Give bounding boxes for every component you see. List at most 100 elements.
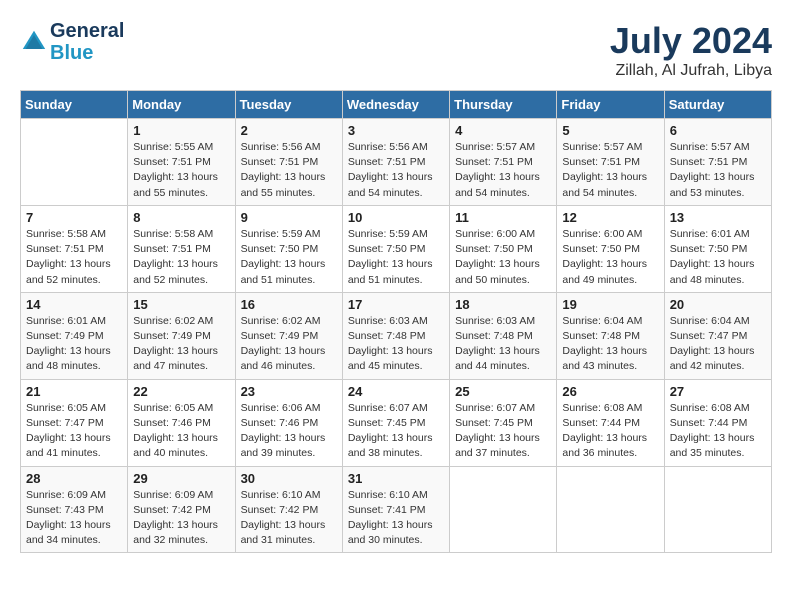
day-info: Sunrise: 6:01 AMSunset: 7:49 PMDaylight:… [26, 314, 122, 375]
day-cell: 1Sunrise: 5:55 AMSunset: 7:51 PMDaylight… [128, 119, 235, 206]
day-number: 13 [670, 210, 766, 225]
day-cell: 28 Sunrise: 6:09 AMSunset: 7:43 PMDayligh… [21, 466, 128, 553]
calendar-table: SundayMondayTuesdayWednesdayThursdayFrid… [20, 90, 772, 553]
day-header-saturday: Saturday [664, 91, 771, 119]
title-block: July 2024 Zillah, Al Jufrah, Libya [610, 20, 772, 80]
day-cell: 24Sunrise: 6:07 AMSunset: 7:45 PMDayligh… [342, 379, 449, 466]
day-cell [450, 466, 557, 553]
day-number: 4 [455, 123, 551, 138]
day-number: 30 [241, 471, 337, 486]
day-number: 9 [241, 210, 337, 225]
day-cell: 10 Sunrise: 5:59 AMSunset: 7:50 PMDayligh… [342, 205, 449, 292]
day-info: Sunrise: 5:56 AMSunset: 7:51 PMDaylight:… [348, 140, 444, 201]
day-cell: 5 Sunrise: 5:57 AMSunset: 7:51 PMDaylight… [557, 119, 664, 206]
day-number: 3 [348, 123, 444, 138]
day-info: Sunrise: 6:08 AMSunset: 7:44 PMDaylight:… [562, 401, 658, 462]
day-info: Sunrise: 5:57 AMSunset: 7:51 PMDaylight:… [562, 140, 658, 201]
day-cell: 2 Sunrise: 5:56 AMSunset: 7:51 PMDaylight… [235, 119, 342, 206]
day-cell: 18Sunrise: 6:03 AMSunset: 7:48 PMDayligh… [450, 292, 557, 379]
day-number: 7 [26, 210, 122, 225]
day-number: 31 [348, 471, 444, 486]
day-number: 14 [26, 297, 122, 312]
day-number: 29 [133, 471, 229, 486]
day-info: Sunrise: 5:57 AMSunset: 7:51 PMDaylight:… [455, 140, 551, 201]
day-cell: 19 Sunrise: 6:04 AMSunset: 7:48 PMDayligh… [557, 292, 664, 379]
day-cell: 17 Sunrise: 6:03 AMSunset: 7:48 PMDayligh… [342, 292, 449, 379]
day-cell [664, 466, 771, 553]
day-header-wednesday: Wednesday [342, 91, 449, 119]
week-row-3: 14 Sunrise: 6:01 AMSunset: 7:49 PMDayligh… [21, 292, 772, 379]
day-number: 16 [241, 297, 337, 312]
day-header-friday: Friday [557, 91, 664, 119]
day-number: 20 [670, 297, 766, 312]
day-info: Sunrise: 6:00 AMSunset: 7:50 PMDaylight:… [562, 227, 658, 288]
day-cell [557, 466, 664, 553]
logo-icon [20, 28, 48, 56]
day-info: Sunrise: 6:03 AMSunset: 7:48 PMDaylight:… [455, 314, 551, 375]
day-number: 12 [562, 210, 658, 225]
day-info: Sunrise: 5:58 AMSunset: 7:51 PMDaylight:… [26, 227, 122, 288]
day-info: Sunrise: 6:09 AMSunset: 7:42 PMDaylight:… [133, 488, 229, 549]
header-row: SundayMondayTuesdayWednesdayThursdayFrid… [21, 91, 772, 119]
day-info: Sunrise: 6:01 AMSunset: 7:50 PMDaylight:… [670, 227, 766, 288]
day-cell: 16 Sunrise: 6:02 AMSunset: 7:49 PMDayligh… [235, 292, 342, 379]
day-cell: 4 Sunrise: 5:57 AMSunset: 7:51 PMDaylight… [450, 119, 557, 206]
day-cell: 22Sunrise: 6:05 AMSunset: 7:46 PMDayligh… [128, 379, 235, 466]
day-info: Sunrise: 5:56 AMSunset: 7:51 PMDaylight:… [241, 140, 337, 201]
day-info: Sunrise: 5:59 AMSunset: 7:50 PMDaylight:… [348, 227, 444, 288]
day-number: 19 [562, 297, 658, 312]
day-cell: 30Sunrise: 6:10 AMSunset: 7:42 PMDayligh… [235, 466, 342, 553]
day-header-tuesday: Tuesday [235, 91, 342, 119]
day-header-sunday: Sunday [21, 91, 128, 119]
week-row-4: 21Sunrise: 6:05 AMSunset: 7:47 PMDayligh… [21, 379, 772, 466]
month-title: July 2024 [610, 20, 772, 62]
day-header-monday: Monday [128, 91, 235, 119]
day-info: Sunrise: 5:58 AMSunset: 7:51 PMDaylight:… [133, 227, 229, 288]
day-info: Sunrise: 6:07 AMSunset: 7:45 PMDaylight:… [455, 401, 551, 462]
day-number: 25 [455, 384, 551, 399]
day-info: Sunrise: 6:08 AMSunset: 7:44 PMDaylight:… [670, 401, 766, 462]
day-info: Sunrise: 6:05 AMSunset: 7:46 PMDaylight:… [133, 401, 229, 462]
day-cell: 13 Sunrise: 6:01 AMSunset: 7:50 PMDayligh… [664, 205, 771, 292]
week-row-5: 28 Sunrise: 6:09 AMSunset: 7:43 PMDayligh… [21, 466, 772, 553]
day-number: 17 [348, 297, 444, 312]
day-number: 5 [562, 123, 658, 138]
day-cell: 23Sunrise: 6:06 AMSunset: 7:46 PMDayligh… [235, 379, 342, 466]
logo-text-line2: Blue [50, 42, 124, 64]
day-number: 21 [26, 384, 122, 399]
day-info: Sunrise: 6:06 AMSunset: 7:46 PMDaylight:… [241, 401, 337, 462]
day-info: Sunrise: 6:09 AMSunset: 7:43 PMDaylight:… [26, 488, 122, 549]
day-number: 6 [670, 123, 766, 138]
day-number: 10 [348, 210, 444, 225]
day-number: 27 [670, 384, 766, 399]
location: Zillah, Al Jufrah, Libya [610, 62, 772, 80]
week-row-1: 1Sunrise: 5:55 AMSunset: 7:51 PMDaylight… [21, 119, 772, 206]
day-number: 15 [133, 297, 229, 312]
week-row-2: 7 Sunrise: 5:58 AMSunset: 7:51 PMDaylight… [21, 205, 772, 292]
day-cell: 12 Sunrise: 6:00 AMSunset: 7:50 PMDayligh… [557, 205, 664, 292]
day-header-thursday: Thursday [450, 91, 557, 119]
day-cell: 25 Sunrise: 6:07 AMSunset: 7:45 PMDayligh… [450, 379, 557, 466]
day-number: 28 [26, 471, 122, 486]
day-info: Sunrise: 5:59 AMSunset: 7:50 PMDaylight:… [241, 227, 337, 288]
day-cell: 8Sunrise: 5:58 AMSunset: 7:51 PMDaylight… [128, 205, 235, 292]
day-cell: 9 Sunrise: 5:59 AMSunset: 7:50 PMDaylight… [235, 205, 342, 292]
day-info: Sunrise: 5:55 AMSunset: 7:51 PMDaylight:… [133, 140, 229, 201]
day-info: Sunrise: 6:04 AMSunset: 7:47 PMDaylight:… [670, 314, 766, 375]
day-cell: 21Sunrise: 6:05 AMSunset: 7:47 PMDayligh… [21, 379, 128, 466]
day-cell: 15Sunrise: 6:02 AMSunset: 7:49 PMDayligh… [128, 292, 235, 379]
day-info: Sunrise: 6:03 AMSunset: 7:48 PMDaylight:… [348, 314, 444, 375]
day-cell: 31 Sunrise: 6:10 AMSunset: 7:41 PMDayligh… [342, 466, 449, 553]
day-info: Sunrise: 6:04 AMSunset: 7:48 PMDaylight:… [562, 314, 658, 375]
day-info: Sunrise: 6:10 AMSunset: 7:41 PMDaylight:… [348, 488, 444, 549]
day-info: Sunrise: 6:02 AMSunset: 7:49 PMDaylight:… [241, 314, 337, 375]
day-cell: 7 Sunrise: 5:58 AMSunset: 7:51 PMDaylight… [21, 205, 128, 292]
day-cell: 27 Sunrise: 6:08 AMSunset: 7:44 PMDayligh… [664, 379, 771, 466]
day-info: Sunrise: 6:07 AMSunset: 7:45 PMDaylight:… [348, 401, 444, 462]
day-cell: 20 Sunrise: 6:04 AMSunset: 7:47 PMDayligh… [664, 292, 771, 379]
day-cell: 14 Sunrise: 6:01 AMSunset: 7:49 PMDayligh… [21, 292, 128, 379]
logo-text-line1: General [50, 20, 124, 42]
day-number: 2 [241, 123, 337, 138]
day-info: Sunrise: 6:00 AMSunset: 7:50 PMDaylight:… [455, 227, 551, 288]
page-header: General Blue July 2024 Zillah, Al Jufrah… [20, 20, 772, 80]
